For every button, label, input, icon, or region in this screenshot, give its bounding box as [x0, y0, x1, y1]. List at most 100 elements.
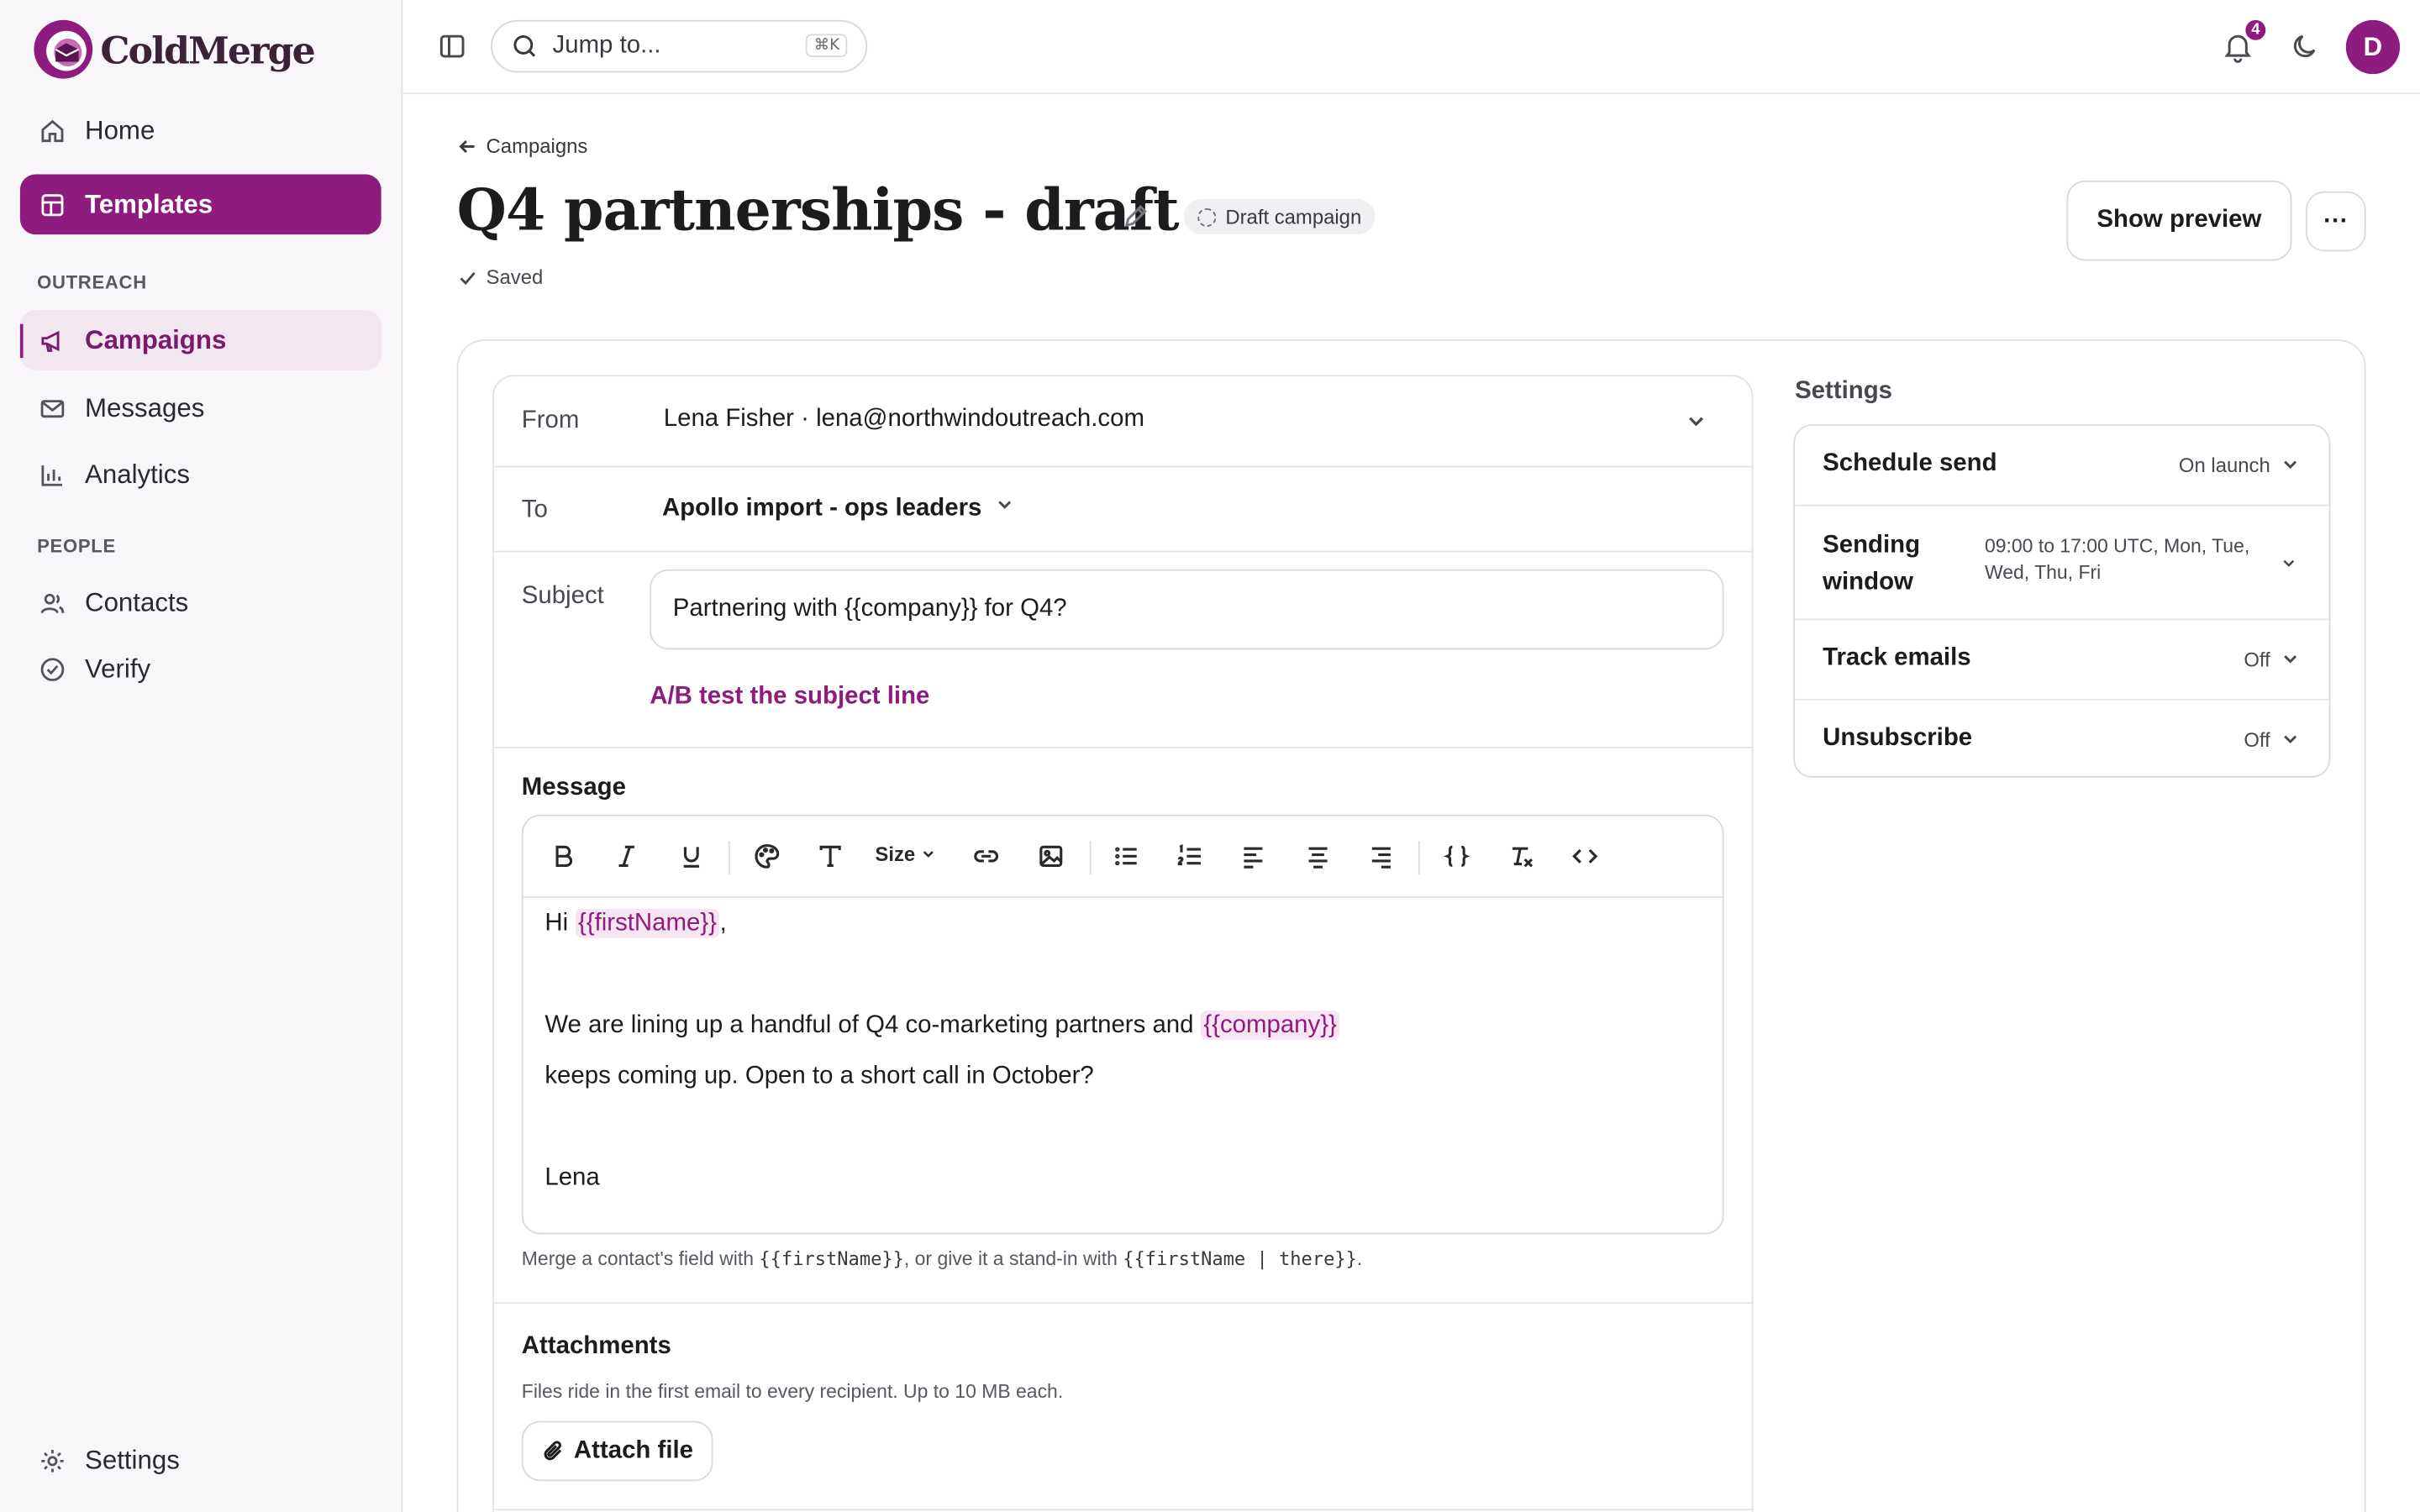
link-icon[interactable] — [971, 841, 1002, 872]
message-label: Message — [521, 774, 626, 801]
divider — [493, 550, 1752, 553]
font-size-label: Size — [875, 842, 916, 866]
setting-track-emails[interactable]: Track emails Off — [1795, 620, 2328, 699]
setting-unsubscribe[interactable]: Unsubscribe Off — [1795, 701, 2328, 780]
search-input[interactable]: Jump to... ⌘K — [491, 19, 868, 73]
align-right-icon[interactable] — [1365, 841, 1397, 872]
coldmerge-logo-icon — [33, 18, 94, 80]
to-label: To — [521, 496, 548, 523]
sidebar-item-templates[interactable]: Templates — [19, 174, 381, 235]
setting-sending-window[interactable]: Sending window 09:00 to 17:00 UTC, Mon, T… — [1795, 506, 2328, 618]
avatar[interactable]: D — [2345, 19, 2401, 75]
text-type-icon[interactable] — [815, 841, 846, 872]
draft-status-icon — [1197, 207, 1217, 227]
subject-input[interactable]: Partnering with {{company}} for Q4? — [650, 569, 1724, 650]
setting-name: Track emails — [1823, 644, 1971, 671]
underline-icon[interactable] — [676, 841, 707, 872]
sidebar-item-contacts[interactable]: Contacts — [20, 572, 381, 633]
chevron-down-icon — [2280, 454, 2302, 475]
main-content: Jump to... ⌘K 4 D Campaigns Q4 partnersh… — [402, 0, 2420, 1512]
sidebar-item-analytics[interactable]: Analytics — [20, 444, 381, 505]
message-editor[interactable]: Size Hi {{firstName}} , We are lining up… — [521, 814, 1724, 1235]
pencil-icon[interactable] — [1122, 202, 1150, 230]
italic-icon[interactable] — [611, 841, 642, 872]
status-badge-label: Draft campaign — [1225, 205, 1362, 228]
merge-tag-chip: {{company}} — [1200, 1011, 1340, 1040]
divider — [493, 1302, 1752, 1305]
code-icon[interactable] — [1570, 841, 1601, 872]
hint-text: , or give it a stand-in with — [903, 1247, 1123, 1270]
toolbar-divider — [728, 841, 730, 875]
search-shortcut: ⌘K — [806, 34, 848, 57]
hint-code: {{firstName | there}} — [1123, 1247, 1357, 1270]
setting-name-line: Sending — [1823, 532, 1921, 559]
setting-value: On launch — [2178, 453, 2270, 477]
toolbar-divider — [1418, 841, 1420, 875]
check-badge-icon — [40, 657, 65, 681]
sidebar-item-home[interactable]: Home — [20, 100, 381, 160]
sidebar-item-label: Contacts — [85, 586, 189, 617]
back-link-label: Campaigns — [486, 134, 588, 158]
more-options-button[interactable]: ··· — [2306, 191, 2366, 252]
align-center-icon[interactable] — [1302, 841, 1334, 872]
attach-file-button[interactable]: Attach file — [521, 1420, 713, 1482]
clear-format-icon[interactable] — [1507, 841, 1538, 872]
merge-field-icon[interactable] — [1441, 841, 1472, 872]
body-line: keeps coming up. Open to a short call in… — [544, 1063, 1094, 1089]
sidebar-item-verify[interactable]: Verify — [20, 638, 381, 699]
brand-name: ColdMerge — [100, 27, 315, 72]
section-label-outreach: OUTREACH — [37, 271, 147, 293]
sidebar-item-messages[interactable]: Messages — [20, 378, 381, 438]
palette-icon[interactable] — [751, 841, 782, 872]
divider — [493, 465, 1752, 468]
setting-name: Sending window — [1823, 528, 1920, 601]
attach-file-label: Attach file — [573, 1436, 693, 1464]
setting-value-line: Wed, Thu, Fri — [1984, 561, 2102, 584]
setting-name-line: window — [1823, 569, 1913, 596]
greeting-text: Hi — [544, 910, 569, 937]
numbered-list-icon[interactable] — [1175, 841, 1206, 872]
chevron-down-icon[interactable] — [1684, 409, 1708, 442]
to-select[interactable]: Apollo import - ops leaders — [662, 494, 1016, 523]
chevron-down-icon — [994, 494, 1016, 523]
font-size-select[interactable]: Size — [875, 842, 936, 866]
align-left-icon[interactable] — [1238, 841, 1269, 872]
moon-icon[interactable] — [2291, 31, 2322, 62]
compose-panel: From Lena Fisher · lena@northwindoutreac… — [492, 375, 1754, 1512]
body-line: We are lining up a handful of Q4 co-mark… — [544, 1000, 1701, 1051]
sidebar-item-settings[interactable]: Settings — [20, 1431, 381, 1491]
back-link[interactable]: Campaigns — [457, 134, 588, 158]
top-bar: Jump to... ⌘K 4 D — [402, 0, 2420, 95]
from-select[interactable]: Lena Fisher · lena@northwindoutreach.com — [664, 406, 1144, 433]
setting-schedule-send[interactable]: Schedule send On launch — [1795, 426, 2328, 505]
show-preview-button[interactable]: Show preview — [2066, 180, 2292, 261]
bold-icon[interactable] — [548, 841, 579, 872]
divider — [493, 1509, 1752, 1511]
image-icon[interactable] — [1035, 841, 1066, 872]
sidebar-toggle-icon[interactable] — [437, 31, 468, 62]
sidebar-item-label: Home — [85, 114, 155, 144]
users-icon — [40, 592, 65, 613]
body-text: We are lining up a handful of Q4 co-mark… — [544, 1011, 1194, 1039]
body-line: Lena — [544, 1164, 600, 1191]
setting-value: 09:00 to 17:00 UTC, Mon, Tue, Wed, Thu, F… — [1985, 533, 2249, 585]
settings-panel: Schedule send On launch Sending window 09… — [1793, 424, 2331, 780]
page-title: Q4 partnerships - draft — [456, 176, 1180, 244]
subject-label: Subject — [521, 583, 604, 610]
toolbar-divider — [1089, 841, 1092, 875]
sidebar: ColdMerge Home Templates OUTREACH Campai… — [0, 0, 403, 1512]
checkmark-icon — [460, 271, 476, 285]
sidebar-item-label: Templates — [85, 188, 213, 218]
ab-test-link[interactable]: A/B test the subject line — [650, 684, 929, 711]
sidebar-item-campaigns[interactable]: Campaigns — [19, 310, 381, 370]
to-select-value: Apollo import - ops leaders — [661, 494, 982, 521]
merge-tag-chip: {{firstName}} — [575, 908, 720, 938]
bullet-list-icon[interactable] — [1111, 841, 1142, 872]
save-status: Saved — [457, 265, 543, 288]
setting-value: Off — [2244, 727, 2270, 752]
message-body[interactable]: Hi {{firstName}}, We are lining up a han… — [544, 898, 1701, 1204]
brand-logo[interactable]: ColdMerge — [33, 18, 316, 80]
bar-chart-icon — [41, 465, 63, 486]
